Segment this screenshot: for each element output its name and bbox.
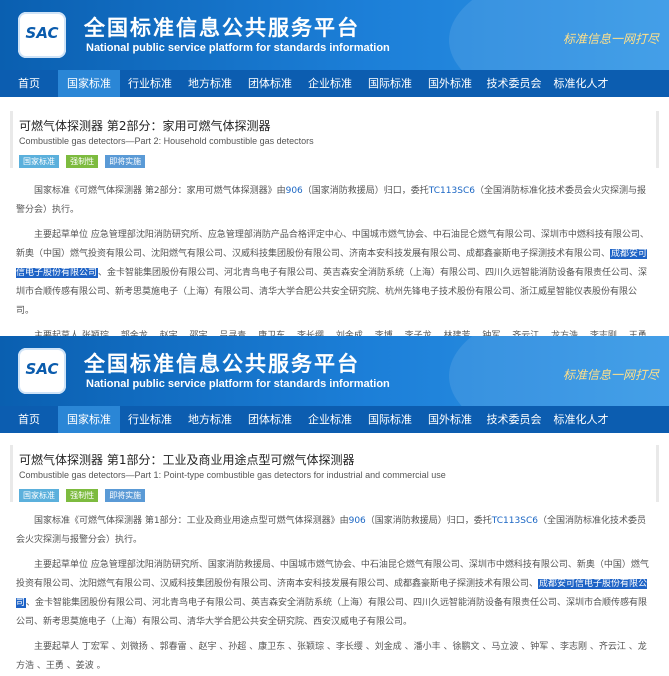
nav-item-committee[interactable]: 技术委员会: [480, 70, 548, 97]
committee-link-906[interactable]: 906: [349, 516, 366, 526]
nav-item-enterprise[interactable]: 企业标准: [300, 406, 360, 433]
site-title: 全国标准信息公共服务平台: [84, 352, 360, 376]
nav-item-committee[interactable]: 技术委员会: [480, 406, 548, 433]
drafting-units: 主要起草单位 应急管理部沈阳消防研究所、应急管理部消防产品合格评定中心、中国城市…: [16, 230, 649, 316]
badge-national: 国家标准: [19, 155, 59, 168]
drafting-units: 主要起草单位 应急管理部沈阳消防研究所、国家消防救援局、中国城市燃气协会、中石油…: [16, 560, 649, 627]
panel-standard-part1: SAC 全国标准信息公共服务平台 National public service…: [0, 336, 669, 671]
site-subtitle: National public service platform for sta…: [86, 378, 390, 390]
drafting-authors: 主要起草人 丁宏军 、刘微扬 、郭春雷 、赵宇 、孙超 、康卫东 、张颖琮 、李…: [16, 642, 647, 671]
nav-item-national[interactable]: 国家标准: [58, 70, 120, 97]
nav-item-home[interactable]: 首页: [0, 70, 58, 97]
standard-title-en: Combustible gas detectors—Part 2: Househ…: [19, 136, 314, 146]
nav-item-foreign[interactable]: 国外标准: [420, 406, 480, 433]
intro-paragraph: 国家标准《可燃气体探测器 第2部分：家用可燃气体探测器》由906（国家消防救援局…: [16, 186, 646, 215]
sac-logo[interactable]: SAC: [18, 348, 66, 394]
nav-item-international[interactable]: 国际标准: [360, 406, 420, 433]
nav-item-talent[interactable]: 标准化人才: [548, 406, 614, 433]
nav-item-local[interactable]: 地方标准: [180, 406, 240, 433]
committee-link-tc113sc6[interactable]: TC113SC6: [429, 186, 475, 196]
nav-item-enterprise[interactable]: 企业标准: [300, 70, 360, 97]
site-header: SAC 全国标准信息公共服务平台 National public service…: [0, 0, 669, 70]
nav-item-foreign[interactable]: 国外标准: [420, 70, 480, 97]
standard-title: 可燃气体探测器 第1部分：工业及商业用途点型可燃气体探测器: [19, 453, 355, 467]
panel-standard-part2: SAC 全国标准信息公共服务平台 National public service…: [0, 0, 669, 360]
badge-mandatory: 强制性: [66, 155, 99, 168]
site-subtitle: National public service platform for sta…: [86, 42, 390, 54]
badge-national: 国家标准: [19, 489, 59, 502]
committee-link-906[interactable]: 906: [286, 186, 303, 196]
badge-group: 国家标准 强制性 即将实施: [19, 483, 650, 502]
badge-upcoming: 即将实施: [105, 489, 146, 502]
site-header: SAC 全国标准信息公共服务平台 National public service…: [0, 336, 669, 406]
badge-mandatory: 强制性: [66, 489, 99, 502]
standard-title-en: Combustible gas detectors—Part 1: Point-…: [19, 470, 446, 480]
committee-link-tc113sc6[interactable]: TC113SC6: [492, 516, 538, 526]
nav-item-group[interactable]: 团体标准: [240, 70, 300, 97]
nav-item-local[interactable]: 地方标准: [180, 70, 240, 97]
site-title: 全国标准信息公共服务平台: [84, 16, 360, 40]
main-nav: 首页 国家标准 行业标准 地方标准 团体标准 企业标准 国际标准 国外标准 技术…: [0, 406, 669, 433]
nav-item-talent[interactable]: 标准化人才: [548, 70, 614, 97]
badge-group: 国家标准 强制性 即将实施: [19, 149, 650, 168]
nav-item-home[interactable]: 首页: [0, 406, 58, 433]
intro-paragraph: 国家标准《可燃气体探测器 第1部分：工业及商业用途点型可燃气体探测器》由906（…: [16, 516, 646, 545]
site-slogan: 标准信息一网打尽: [562, 368, 659, 382]
nav-item-group[interactable]: 团体标准: [240, 406, 300, 433]
standard-title: 可燃气体探测器 第2部分：家用可燃气体探测器: [19, 119, 271, 133]
main-nav: 首页 国家标准 行业标准 地方标准 团体标准 企业标准 国际标准 国外标准 技术…: [0, 70, 669, 97]
badge-upcoming: 即将实施: [105, 155, 146, 168]
nav-item-industry[interactable]: 行业标准: [120, 406, 180, 433]
nav-item-international[interactable]: 国际标准: [360, 70, 420, 97]
nav-item-national[interactable]: 国家标准: [58, 406, 120, 433]
site-slogan: 标准信息一网打尽: [562, 32, 659, 46]
nav-item-industry[interactable]: 行业标准: [120, 70, 180, 97]
sac-logo[interactable]: SAC: [18, 12, 66, 58]
